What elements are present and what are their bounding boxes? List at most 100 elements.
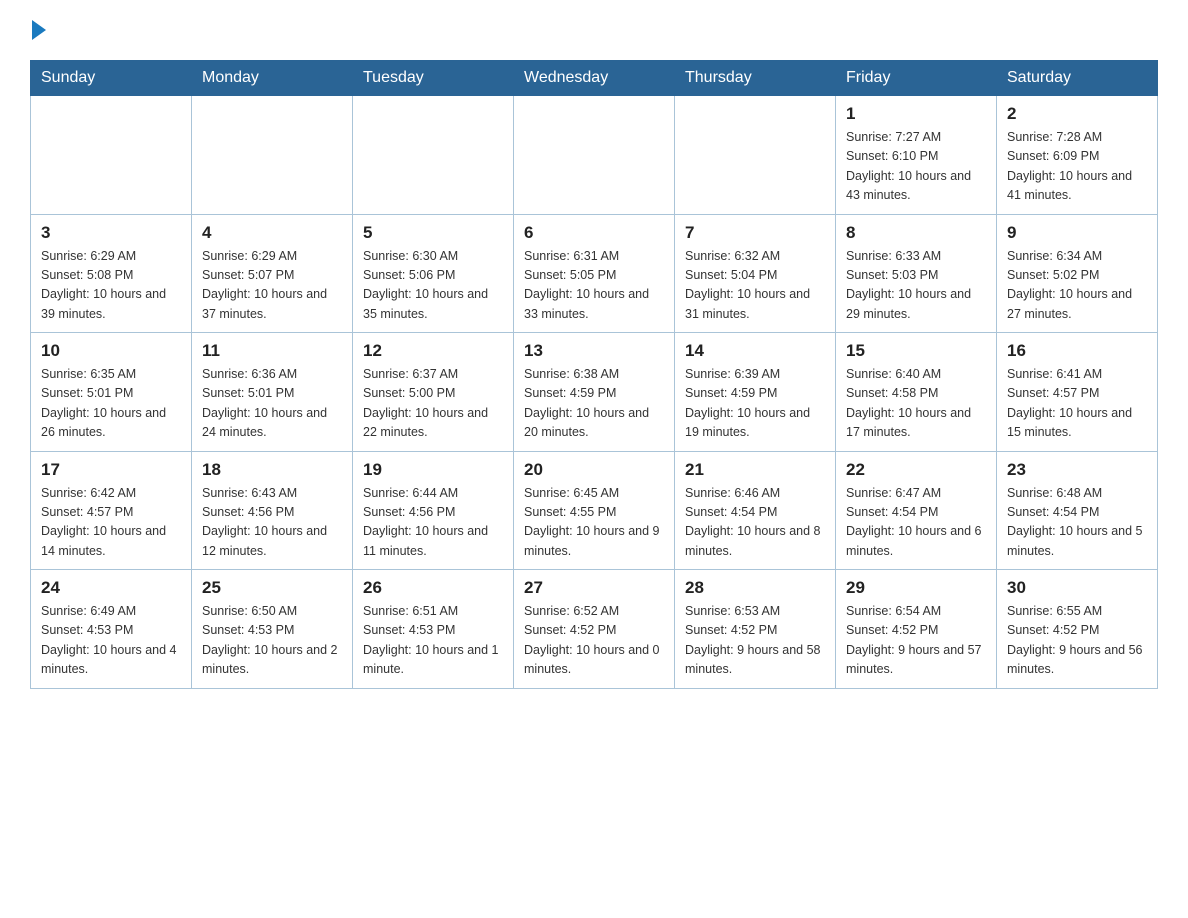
weekday-header-monday: Monday <box>192 61 353 96</box>
day-number: 6 <box>524 223 664 243</box>
day-number: 9 <box>1007 223 1147 243</box>
day-number: 8 <box>846 223 986 243</box>
calendar-cell: 7Sunrise: 6:32 AM Sunset: 5:04 PM Daylig… <box>675 214 836 333</box>
day-info: Sunrise: 6:53 AM Sunset: 4:52 PM Dayligh… <box>685 602 825 680</box>
weekday-header-row: SundayMondayTuesdayWednesdayThursdayFrid… <box>31 61 1158 96</box>
day-info: Sunrise: 6:52 AM Sunset: 4:52 PM Dayligh… <box>524 602 664 680</box>
calendar-cell: 19 Sunrise: 6:44 AM Sunset: 4:56 PM Dayli… <box>353 451 514 570</box>
day-number: 15 <box>846 341 986 361</box>
day-number: 25 <box>202 578 342 598</box>
day-info: Sunrise: 6:51 AM Sunset: 4:53 PM Dayligh… <box>363 602 503 680</box>
page-header <box>30 20 1158 40</box>
day-info: Sunrise: 6:31 AM Sunset: 5:05 PM Dayligh… <box>524 247 664 325</box>
calendar-cell: 10 Sunrise: 6:35 AM Sunset: 5:01 PM Dayli… <box>31 333 192 452</box>
calendar-cell: 12 Sunrise: 6:37 AM Sunset: 5:00 PM Dayli… <box>353 333 514 452</box>
day-info: Sunrise: 6:43 AM Sunset: 4:56 PM Dayligh… <box>202 484 342 562</box>
calendar-cell: 14 Sunrise: 6:39 AM Sunset: 4:59 PM Dayli… <box>675 333 836 452</box>
calendar-cell: 11 Sunrise: 6:36 AM Sunset: 5:01 PM Dayli… <box>192 333 353 452</box>
day-info: Sunrise: 6:39 AM Sunset: 4:59 PM Dayligh… <box>685 365 825 443</box>
day-info: Sunrise: 6:42 AM Sunset: 4:57 PM Dayligh… <box>41 484 181 562</box>
calendar-cell: 8 Sunrise: 6:33 AM Sunset: 5:03 PM Daylig… <box>836 214 997 333</box>
day-info: Sunrise: 6:38 AM Sunset: 4:59 PM Dayligh… <box>524 365 664 443</box>
day-number: 11 <box>202 341 342 361</box>
calendar-cell: 5 Sunrise: 6:30 AM Sunset: 5:06 PM Daylig… <box>353 214 514 333</box>
day-info: Sunrise: 6:47 AM Sunset: 4:54 PM Dayligh… <box>846 484 986 562</box>
calendar-cell: 18 Sunrise: 6:43 AM Sunset: 4:56 PM Dayli… <box>192 451 353 570</box>
logo-text <box>30 20 46 46</box>
calendar-cell: 24 Sunrise: 6:49 AM Sunset: 4:53 PM Dayli… <box>31 570 192 689</box>
day-info: Sunrise: 7:27 AM Sunset: 6:10 PM Dayligh… <box>846 128 986 206</box>
calendar-cell: 2 Sunrise: 7:28 AM Sunset: 6:09 PM Daylig… <box>997 96 1158 215</box>
weekday-header-friday: Friday <box>836 61 997 96</box>
calendar-cell: 6 Sunrise: 6:31 AM Sunset: 5:05 PM Daylig… <box>514 214 675 333</box>
day-number: 19 <box>363 460 503 480</box>
week-row-5: 24 Sunrise: 6:49 AM Sunset: 4:53 PM Dayli… <box>31 570 1158 689</box>
day-info: Sunrise: 6:35 AM Sunset: 5:01 PM Dayligh… <box>41 365 181 443</box>
calendar-cell <box>514 96 675 215</box>
calendar-cell <box>31 96 192 215</box>
logo <box>30 20 46 40</box>
calendar-cell: 23 Sunrise: 6:48 AM Sunset: 4:54 PM Dayli… <box>997 451 1158 570</box>
day-info: Sunrise: 6:49 AM Sunset: 4:53 PM Dayligh… <box>41 602 181 680</box>
day-info: Sunrise: 6:54 AM Sunset: 4:52 PM Dayligh… <box>846 602 986 680</box>
day-number: 16 <box>1007 341 1147 361</box>
day-info: Sunrise: 6:40 AM Sunset: 4:58 PM Dayligh… <box>846 365 986 443</box>
day-number: 14 <box>685 341 825 361</box>
day-info: Sunrise: 6:32 AM Sunset: 5:04 PM Dayligh… <box>685 247 825 325</box>
calendar-cell: 1Sunrise: 7:27 AM Sunset: 6:10 PM Daylig… <box>836 96 997 215</box>
calendar-cell: 29 Sunrise: 6:54 AM Sunset: 4:52 PM Dayli… <box>836 570 997 689</box>
calendar-cell <box>675 96 836 215</box>
calendar-table: SundayMondayTuesdayWednesdayThursdayFrid… <box>30 60 1158 689</box>
day-number: 21 <box>685 460 825 480</box>
day-number: 12 <box>363 341 503 361</box>
day-info: Sunrise: 6:45 AM Sunset: 4:55 PM Dayligh… <box>524 484 664 562</box>
week-row-4: 17 Sunrise: 6:42 AM Sunset: 4:57 PM Dayli… <box>31 451 1158 570</box>
day-info: Sunrise: 6:29 AM Sunset: 5:08 PM Dayligh… <box>41 247 181 325</box>
week-row-3: 10 Sunrise: 6:35 AM Sunset: 5:01 PM Dayli… <box>31 333 1158 452</box>
day-number: 24 <box>41 578 181 598</box>
day-number: 5 <box>363 223 503 243</box>
day-number: 20 <box>524 460 664 480</box>
calendar-cell: 15 Sunrise: 6:40 AM Sunset: 4:58 PM Dayli… <box>836 333 997 452</box>
day-number: 29 <box>846 578 986 598</box>
day-info: Sunrise: 6:36 AM Sunset: 5:01 PM Dayligh… <box>202 365 342 443</box>
weekday-header-saturday: Saturday <box>997 61 1158 96</box>
day-info: Sunrise: 6:33 AM Sunset: 5:03 PM Dayligh… <box>846 247 986 325</box>
week-row-1: 1Sunrise: 7:27 AM Sunset: 6:10 PM Daylig… <box>31 96 1158 215</box>
week-row-2: 3 Sunrise: 6:29 AM Sunset: 5:08 PM Daylig… <box>31 214 1158 333</box>
day-info: Sunrise: 6:30 AM Sunset: 5:06 PM Dayligh… <box>363 247 503 325</box>
day-number: 22 <box>846 460 986 480</box>
calendar-cell <box>192 96 353 215</box>
day-info: Sunrise: 6:48 AM Sunset: 4:54 PM Dayligh… <box>1007 484 1147 562</box>
day-info: Sunrise: 6:41 AM Sunset: 4:57 PM Dayligh… <box>1007 365 1147 443</box>
calendar-cell: 3 Sunrise: 6:29 AM Sunset: 5:08 PM Daylig… <box>31 214 192 333</box>
day-info: Sunrise: 6:29 AM Sunset: 5:07 PM Dayligh… <box>202 247 342 325</box>
day-info: Sunrise: 6:44 AM Sunset: 4:56 PM Dayligh… <box>363 484 503 562</box>
day-number: 3 <box>41 223 181 243</box>
day-number: 28 <box>685 578 825 598</box>
day-info: Sunrise: 6:55 AM Sunset: 4:52 PM Dayligh… <box>1007 602 1147 680</box>
calendar-cell: 25Sunrise: 6:50 AM Sunset: 4:53 PM Dayli… <box>192 570 353 689</box>
day-number: 23 <box>1007 460 1147 480</box>
day-number: 30 <box>1007 578 1147 598</box>
day-info: Sunrise: 6:37 AM Sunset: 5:00 PM Dayligh… <box>363 365 503 443</box>
day-number: 17 <box>41 460 181 480</box>
calendar-cell: 30 Sunrise: 6:55 AM Sunset: 4:52 PM Dayli… <box>997 570 1158 689</box>
day-number: 13 <box>524 341 664 361</box>
day-number: 2 <box>1007 104 1147 124</box>
calendar-cell: 28 Sunrise: 6:53 AM Sunset: 4:52 PM Dayli… <box>675 570 836 689</box>
calendar-cell: 17 Sunrise: 6:42 AM Sunset: 4:57 PM Dayli… <box>31 451 192 570</box>
calendar-cell: 22 Sunrise: 6:47 AM Sunset: 4:54 PM Dayli… <box>836 451 997 570</box>
day-number: 4 <box>202 223 342 243</box>
calendar-cell: 27Sunrise: 6:52 AM Sunset: 4:52 PM Dayli… <box>514 570 675 689</box>
day-number: 26 <box>363 578 503 598</box>
day-number: 10 <box>41 341 181 361</box>
day-info: Sunrise: 6:46 AM Sunset: 4:54 PM Dayligh… <box>685 484 825 562</box>
calendar-cell: 26 Sunrise: 6:51 AM Sunset: 4:53 PM Dayli… <box>353 570 514 689</box>
calendar-cell: 4 Sunrise: 6:29 AM Sunset: 5:07 PM Daylig… <box>192 214 353 333</box>
calendar-cell <box>353 96 514 215</box>
day-number: 18 <box>202 460 342 480</box>
day-info: Sunrise: 7:28 AM Sunset: 6:09 PM Dayligh… <box>1007 128 1147 206</box>
logo-arrow-icon <box>32 20 46 40</box>
calendar-cell: 9Sunrise: 6:34 AM Sunset: 5:02 PM Daylig… <box>997 214 1158 333</box>
